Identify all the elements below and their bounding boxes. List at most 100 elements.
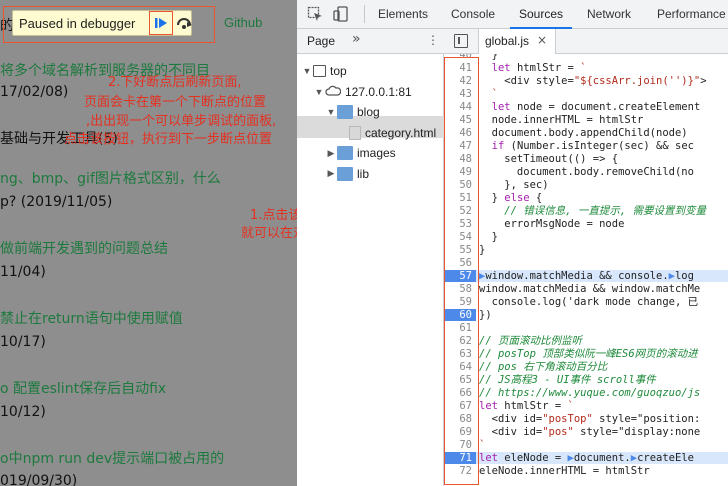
tab-performance[interactable]: Performance bbox=[657, 7, 726, 21]
blog-post-date: p? (2019/11/05) bbox=[0, 194, 113, 210]
code-line: 52 // 错误信息, 一直提示, 需要设置到变量 bbox=[444, 205, 728, 217]
blog-post-title[interactable]: o 配置eslint保存后自动fix bbox=[0, 378, 166, 398]
step-over-icon bbox=[177, 18, 192, 29]
code-line: 58 window.matchMedia && window.matchMe bbox=[444, 283, 728, 295]
code-text: document.body.appendChild(node) bbox=[479, 127, 688, 139]
code-line: 44 let node = document.createElement bbox=[444, 101, 728, 113]
tree-item-blog[interactable]: ▼ blog bbox=[325, 102, 380, 122]
navigator-menu-icon[interactable]: ⋮ bbox=[427, 33, 439, 47]
code-text: // 错误信息, 一直提示, 需要设置到变量 bbox=[479, 205, 707, 217]
annotation-step2-line2: 页面会卡在第一个下断点的位置 bbox=[84, 95, 267, 110]
code-line: 53 errorMsgNode = node bbox=[444, 218, 728, 230]
code-text: <div id="pos" style="display:none bbox=[479, 426, 701, 438]
code-text: let node = document.createElement bbox=[491, 101, 701, 113]
code-line: 67 let htmlStr = ` bbox=[444, 400, 728, 412]
blog-post-date: 10/17) bbox=[0, 334, 46, 350]
code-text: <div style="${cssArr.join('')}"> bbox=[479, 75, 707, 87]
collapse-arrow-icon[interactable]: ▼ bbox=[325, 107, 337, 117]
tree-item-127-0-0-1-81[interactable]: ▼ 127.0.0.1:81 bbox=[313, 82, 412, 102]
code-text: node.innerHTML = htmlStr bbox=[479, 114, 644, 126]
code-text: // JS高程3 - UI事件 scroll事件 bbox=[479, 374, 656, 386]
code-line: 63// posTop 顶部类似阮一峰ES6网页的滚动进 bbox=[444, 348, 728, 360]
code-text: // 页面滚动比例监听 bbox=[479, 335, 582, 347]
code-text: let eleNode = ▶document.▶createEle bbox=[479, 452, 694, 464]
step-over-button[interactable] bbox=[174, 14, 194, 32]
line-number-gutter-highlight bbox=[444, 57, 479, 485]
tree-item-label: blog bbox=[357, 105, 380, 119]
code-text: } else { bbox=[479, 192, 543, 204]
annotation-step2-line3: ,出出现一个可以单步调试的面板, bbox=[86, 114, 277, 129]
blog-post-title[interactable]: ng、bmp、gif图片格式区别，什么 bbox=[0, 168, 221, 188]
code-line: 48 setTimeout(() => { bbox=[444, 153, 728, 165]
blog-post-date: 11/04) bbox=[0, 264, 46, 280]
annotation-step1-line2: 就可以在对应行下一个断点 bbox=[241, 226, 297, 241]
collapse-arrow-icon[interactable]: ▼ bbox=[313, 87, 325, 97]
code-text: document.body.removeChild(no bbox=[479, 166, 694, 178]
code-line: 68 <div id="posTop" style="position: bbox=[444, 413, 728, 425]
paused-label: Paused in debugger bbox=[19, 15, 136, 31]
more-tabs-button[interactable]: » bbox=[352, 31, 361, 47]
page-viewport: 将多个域名解析到服务器的不同目 17/02/08) 基础与开发工具(5) ng、bmp… bbox=[0, 0, 297, 486]
code-line: 69 <div id="pos" style="display:none bbox=[444, 426, 728, 438]
annotation-step2-line1: 2.下好断点后刷新页面, bbox=[108, 75, 242, 90]
cloud-icon bbox=[325, 85, 342, 99]
tab-sources[interactable]: Sources bbox=[519, 7, 563, 21]
navigator-tab-page[interactable]: Page bbox=[307, 34, 335, 48]
tree-item-label: 127.0.0.1:81 bbox=[345, 84, 412, 99]
paused-debugger-banner: Paused in debugger bbox=[12, 10, 192, 36]
tab-console[interactable]: Console bbox=[451, 7, 495, 21]
expand-arrow-icon[interactable]: ▶ bbox=[325, 168, 337, 179]
code-lines: 40 } 41 let htmlStr = ` 42 <div style="${c… bbox=[444, 54, 728, 486]
blog-post-title[interactable]: o中npm run dev提示端口被占用的 bbox=[0, 448, 224, 468]
tree-item-label: images bbox=[357, 146, 396, 160]
code-text: console.log('dark mode change, 已 bbox=[479, 296, 699, 308]
editor-tab-label: global.js bbox=[485, 34, 530, 48]
editor-tab-global-js[interactable]: global.js × bbox=[478, 29, 556, 54]
blog-post-date: 10/12) bbox=[0, 404, 46, 420]
folder-icon bbox=[337, 105, 353, 119]
folder-icon bbox=[337, 146, 353, 160]
code-text: errorMsgNode = node bbox=[479, 218, 625, 230]
device-toolbar-icon[interactable] bbox=[333, 6, 349, 22]
code-line: 49 document.body.removeChild(no bbox=[444, 166, 728, 178]
file-navigator: Page » ⋮ ▼ top ▼ 127.0.0.1:81 ▼ blog category.… bbox=[297, 29, 444, 486]
code-text: ▶window.matchMedia && console.▶log bbox=[479, 270, 694, 282]
code-text: } bbox=[479, 54, 498, 61]
code-line: 45 node.innerHTML = htmlStr bbox=[444, 114, 728, 126]
navigator-header: Page » ⋮ bbox=[297, 29, 444, 54]
tree-item-lib[interactable]: ▶ lib bbox=[325, 164, 369, 184]
code-text: <div id="posTop" style="position: bbox=[479, 413, 701, 425]
code-line: 46 document.body.appendChild(node) bbox=[444, 127, 728, 139]
blog-post-title[interactable]: 禁止在return语句中使用赋值 bbox=[0, 308, 183, 328]
folder-icon bbox=[337, 166, 353, 181]
blog-post-date: 17/02/08) bbox=[0, 84, 69, 100]
blog-post-title[interactable]: 做前端开发遇到的问题总结 bbox=[0, 238, 168, 258]
code-text: // posTop 顶部类似阮一峰ES6网页的滚动进 bbox=[479, 348, 698, 360]
resume-button[interactable] bbox=[149, 11, 173, 35]
expand-arrow-icon[interactable]: ▶ bbox=[325, 148, 337, 159]
tree-item-label: lib bbox=[357, 166, 370, 181]
code-text: } bbox=[479, 231, 498, 243]
code-text: ` bbox=[479, 439, 486, 451]
close-tab-icon[interactable]: × bbox=[537, 33, 547, 47]
code-line: 66// https://www.yuque.com/guoqzuo/js bbox=[444, 387, 728, 399]
code-line: 51 } else { bbox=[444, 192, 728, 204]
github-link[interactable]: Github bbox=[224, 15, 262, 30]
toggle-navigator-icon[interactable] bbox=[454, 34, 468, 48]
inspect-element-icon[interactable] bbox=[307, 6, 323, 22]
tree-item-images[interactable]: ▶ images bbox=[325, 143, 396, 163]
tree-item-category-html[interactable]: category.html bbox=[337, 123, 436, 143]
code-line: 41 let htmlStr = ` bbox=[444, 62, 728, 74]
tab-elements[interactable]: Elements bbox=[378, 7, 428, 21]
collapse-arrow-icon[interactable]: ▼ bbox=[301, 66, 313, 76]
code-text: // pos 右下角滚动百分比 bbox=[479, 361, 608, 373]
annotation-step2-line4: 点击该按钮，执行到下一步断点位置 bbox=[64, 132, 273, 147]
frame-icon bbox=[313, 65, 326, 77]
tree-item-top[interactable]: ▼ top bbox=[301, 61, 347, 81]
code-text: window.matchMedia && window.matchMe bbox=[479, 283, 701, 295]
code-text: let htmlStr = ` bbox=[479, 400, 574, 412]
code-line: 61 bbox=[444, 322, 728, 334]
tab-network[interactable]: Network bbox=[587, 7, 631, 21]
tree-item-label: top bbox=[330, 64, 347, 78]
code-text: }) bbox=[479, 309, 492, 321]
